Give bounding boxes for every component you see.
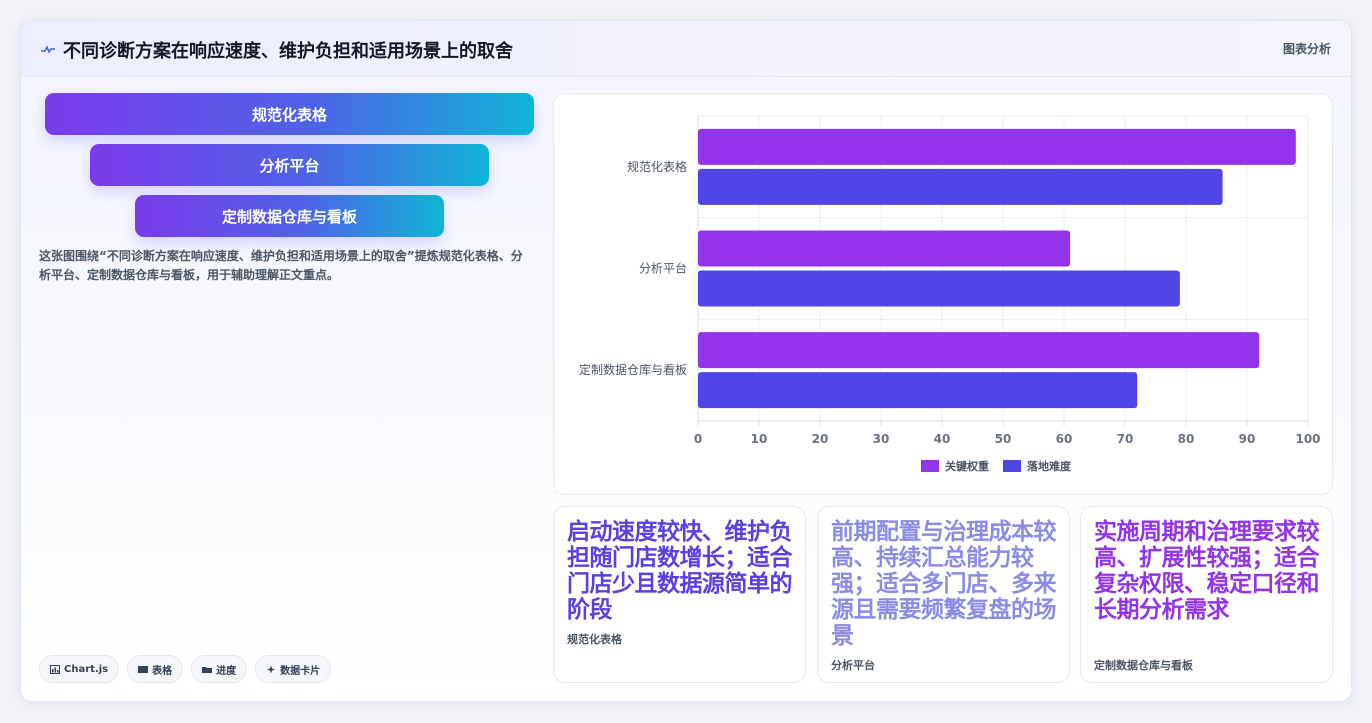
x-tick-label: 40 bbox=[934, 432, 951, 446]
legend-label: 关键权重 bbox=[945, 459, 989, 473]
x-tick-label: 10 bbox=[751, 432, 768, 446]
tag-progress[interactable]: 进度 bbox=[191, 655, 248, 683]
y-tick-label: 定制数据仓库与看板 bbox=[579, 362, 687, 377]
legend-swatch bbox=[1003, 460, 1021, 472]
x-tick-label: 0 bbox=[694, 432, 702, 446]
description-text: 这张图围绕“不同诊断方案在响应速度、维护负担和适用场景上的取舍”提炼规范化表格、… bbox=[39, 249, 523, 282]
main-card: 不同诊断方案在响应速度、维护负担和适用场景上的取舍 图表分析 规范化表格 分析平… bbox=[20, 20, 1352, 702]
x-tick-label: 70 bbox=[1117, 432, 1134, 446]
tag-table[interactable]: 表格 bbox=[127, 655, 184, 683]
tag-label: 进度 bbox=[216, 665, 237, 677]
x-tick-label: 90 bbox=[1239, 432, 1256, 446]
legend-label: 落地难度 bbox=[1027, 459, 1072, 473]
funnel-item-2: 分析平台 bbox=[90, 144, 489, 186]
pulse-line-icon bbox=[41, 45, 55, 54]
x-tick-label: 20 bbox=[812, 432, 829, 446]
bar-difficulty bbox=[698, 372, 1138, 409]
bar-chart: 0 10 20 30 40 50 60 70 80 90 100 规范化表格分析平台定制数据仓库与看板… bbox=[579, 115, 1321, 473]
data-card-value: 前期配置与治理成本较高、持续汇总能力较强；适合多门店、多来源且需要频繁复盘的场景 bbox=[831, 519, 1057, 649]
header: 不同诊断方案在响应速度、维护负担和适用场景上的取舍 图表分析 bbox=[21, 21, 1351, 77]
data-card-3: 实施周期和治理要求较高、扩展性较强；适合复杂权限、稳定口径和长期分析需求 定制数… bbox=[1080, 506, 1333, 683]
x-tick-label: 30 bbox=[873, 432, 890, 446]
y-tick-label: 分析平台 bbox=[639, 261, 687, 276]
bar-difficulty bbox=[698, 168, 1223, 205]
table-icon bbox=[138, 665, 149, 673]
data-card-2: 前期配置与治理成本较高、持续汇总能力较强；适合多门店、多来源且需要频繁复盘的场景… bbox=[817, 506, 1070, 683]
tag-list: Chart.js 表格 进度 数据卡片 bbox=[39, 655, 332, 683]
data-card-value: 实施周期和治理要求较高、扩展性较强；适合复杂权限、稳定口径和长期分析需求 bbox=[1094, 519, 1320, 623]
x-tick-label: 100 bbox=[1295, 432, 1320, 446]
x-tick-label: 50 bbox=[995, 432, 1012, 446]
tag-chartjs[interactable]: Chart.js bbox=[39, 655, 120, 683]
data-card-1: 启动速度较快、维护负担随门店数增长；适合门店少且数据源简单的阶段 规范化表格 bbox=[553, 506, 806, 683]
chart-analysis-label: 图表分析 bbox=[1282, 42, 1331, 56]
data-card-label: 定制数据仓库与看板 bbox=[1094, 659, 1193, 672]
legend-swatch bbox=[921, 460, 939, 472]
y-tick-label: 规范化表格 bbox=[627, 159, 687, 174]
bar-difficulty bbox=[698, 270, 1180, 307]
chart-icon bbox=[50, 664, 60, 674]
tag-label: 数据卡片 bbox=[280, 665, 321, 677]
bar-weight bbox=[698, 332, 1260, 369]
x-tick-label: 80 bbox=[1178, 432, 1195, 446]
progress-icon bbox=[202, 666, 213, 673]
x-tick-label: 60 bbox=[1056, 432, 1073, 446]
tag-label: 表格 bbox=[152, 665, 173, 677]
chart-panel: 0 10 20 30 40 50 60 70 80 90 100 规范化表格分析平台定制数据仓库与看板… bbox=[553, 93, 1333, 495]
data-card-value: 启动速度较快、维护负担随门店数增长；适合门店少且数据源简单的阶段 bbox=[567, 519, 793, 623]
funnel-item-3: 定制数据仓库与看板 bbox=[135, 195, 444, 237]
bar-weight bbox=[698, 128, 1296, 165]
funnel-item-1: 规范化表格 bbox=[45, 93, 534, 135]
tag-label: Chart.js bbox=[64, 663, 109, 675]
page-title: 不同诊断方案在响应速度、维护负担和适用场景上的取舍 bbox=[63, 41, 513, 62]
sparkle-icon bbox=[267, 665, 276, 673]
bar-weight bbox=[698, 230, 1071, 267]
tag-data-card[interactable]: 数据卡片 bbox=[255, 655, 332, 683]
data-card-label: 规范化表格 bbox=[567, 633, 622, 646]
data-card-label: 分析平台 bbox=[831, 659, 875, 672]
